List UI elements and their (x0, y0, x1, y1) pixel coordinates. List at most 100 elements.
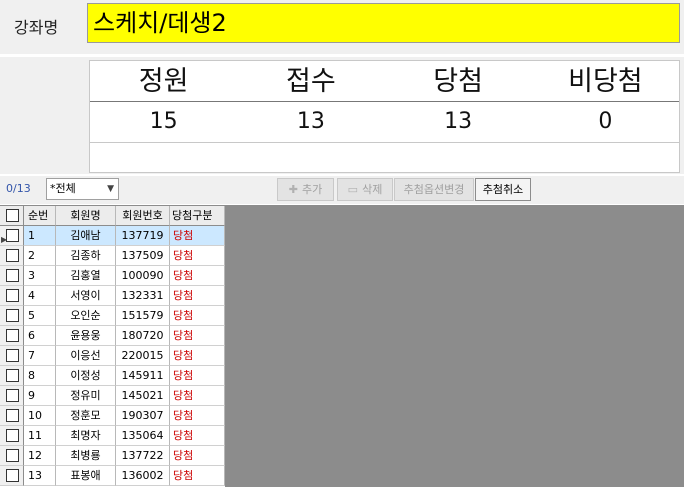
cell-result: 당첨 (170, 306, 225, 326)
row-checkbox[interactable] (6, 469, 19, 482)
cell-no: 1 (24, 226, 56, 246)
row-checkbox[interactable] (6, 269, 19, 282)
add-icon: ✚ (288, 183, 298, 196)
row-select-cell (0, 426, 24, 446)
cell-member-id: 132331 (116, 286, 170, 306)
table-row[interactable]: 8 이정성 145911 당첨 (0, 366, 225, 386)
stats-table: 정원 접수 당첨 비당첨 15 13 13 0 (89, 60, 680, 173)
add-button[interactable]: ✚ 추가 (277, 178, 334, 201)
draw-option-change-button[interactable]: 추첨옵션변경 (394, 178, 474, 201)
column-header-name[interactable]: 회원명 (56, 206, 116, 226)
filter-select-value: *전체 (50, 182, 76, 195)
select-all-cell (0, 206, 24, 226)
row-select-cell (0, 386, 24, 406)
table-row[interactable]: 5 오인순 151579 당첨 (0, 306, 225, 326)
cell-member-id: 180720 (116, 326, 170, 346)
stats-header-capacity: 정원 (138, 66, 189, 97)
cell-member-id: 135064 (116, 426, 170, 446)
table-row[interactable]: 7 이응선 220015 당첨 (0, 346, 225, 366)
row-select-cell (0, 246, 24, 266)
row-checkbox[interactable] (6, 309, 19, 322)
stats-value-won: 13 (444, 109, 473, 134)
row-select-cell (0, 346, 24, 366)
row-checkbox[interactable] (6, 449, 19, 462)
table-row[interactable]: 12 최병룡 137722 당첨 (0, 446, 225, 466)
cancel-draw-button[interactable]: 추첨취소 (475, 178, 531, 201)
select-all-checkbox[interactable] (6, 209, 19, 222)
cell-no: 10 (24, 406, 56, 426)
cell-member-id: 145021 (116, 386, 170, 406)
row-checkbox[interactable] (6, 369, 19, 382)
member-grid: 순번 회원명 회원번호 당첨구분 ▶ 1 김애남 137719 당첨 2 김종하 137509… (0, 206, 225, 487)
cell-name: 오인순 (56, 306, 116, 326)
row-checkbox[interactable] (6, 289, 19, 302)
cell-no: 7 (24, 346, 56, 366)
cell-name: 윤용웅 (56, 326, 116, 346)
table-row[interactable]: 13 표봉애 136002 당첨 (0, 466, 225, 486)
column-header-no[interactable]: 순번 (24, 206, 56, 226)
delete-icon: ▭ (347, 183, 359, 196)
cell-member-id: 151579 (116, 306, 170, 326)
cell-result: 당첨 (170, 346, 225, 366)
cell-result: 당첨 (170, 406, 225, 426)
table-row[interactable]: 4 서영이 132331 당첨 (0, 286, 225, 306)
row-checkbox[interactable] (6, 429, 19, 442)
table-row[interactable]: 9 정유미 145021 당첨 (0, 386, 225, 406)
cell-result: 당첨 (170, 366, 225, 386)
cell-name: 김종하 (56, 246, 116, 266)
cell-no: 3 (24, 266, 56, 286)
table-row[interactable]: 11 최명자 135064 당첨 (0, 426, 225, 446)
column-header-result[interactable]: 당첨구분 (170, 206, 225, 226)
cell-name: 김홍열 (56, 266, 116, 286)
row-checkbox[interactable] (6, 349, 19, 362)
table-row[interactable]: ▶ 1 김애남 137719 당첨 (0, 226, 225, 246)
delete-button[interactable]: ▭ 삭제 (337, 178, 393, 201)
cell-result: 당첨 (170, 286, 225, 306)
cell-result: 당첨 (170, 466, 225, 486)
cell-member-id: 220015 (116, 346, 170, 366)
cell-member-id: 136002 (116, 466, 170, 486)
cell-member-id: 137722 (116, 446, 170, 466)
cell-name: 이정성 (56, 366, 116, 386)
stats-header-not-won: 비당첨 (568, 66, 643, 97)
row-checkbox[interactable] (6, 329, 19, 342)
row-select-cell (0, 446, 24, 466)
cell-result: 당첨 (170, 386, 225, 406)
cell-name: 서영이 (56, 286, 116, 306)
table-row[interactable]: 3 김홍열 100090 당첨 (0, 266, 225, 286)
table-row[interactable]: 6 윤용웅 180720 당첨 (0, 326, 225, 346)
stats-header-row: 정원 접수 당첨 비당첨 (90, 61, 679, 102)
row-select-cell: ▶ (0, 226, 24, 246)
row-checkbox[interactable] (6, 229, 19, 242)
add-button-label: 추가 (301, 183, 323, 196)
cell-name: 정훈모 (56, 406, 116, 426)
course-name-field[interactable]: 스케치/데생2 (87, 3, 680, 43)
table-row[interactable]: 2 김종하 137509 당첨 (0, 246, 225, 266)
cell-no: 13 (24, 466, 56, 486)
row-select-cell (0, 266, 24, 286)
row-select-cell (0, 306, 24, 326)
cell-name: 최명자 (56, 426, 116, 446)
row-select-cell (0, 286, 24, 306)
cell-member-id: 137509 (116, 246, 170, 266)
row-checkbox[interactable] (6, 389, 19, 402)
stats-value-row: 15 13 13 0 (90, 102, 679, 143)
cell-result: 당첨 (170, 326, 225, 346)
cell-name: 최병룡 (56, 446, 116, 466)
stats-value-not-won: 0 (598, 109, 613, 134)
filter-select[interactable]: *전체 ▼ (46, 178, 119, 200)
stats-value-capacity: 15 (149, 109, 178, 134)
cell-no: 4 (24, 286, 56, 306)
stats-header-received: 접수 (286, 66, 336, 97)
stats-value-received: 13 (296, 109, 325, 134)
cell-name: 정유미 (56, 386, 116, 406)
column-header-member-id[interactable]: 회원번호 (116, 206, 170, 226)
cell-result: 당첨 (170, 446, 225, 466)
cell-result: 당첨 (170, 426, 225, 446)
row-checkbox[interactable] (6, 249, 19, 262)
table-row[interactable]: 10 정훈모 190307 당첨 (0, 406, 225, 426)
row-checkbox[interactable] (6, 409, 19, 422)
cell-name: 표봉애 (56, 466, 116, 486)
cell-member-id: 137719 (116, 226, 170, 246)
cell-member-id: 190307 (116, 406, 170, 426)
